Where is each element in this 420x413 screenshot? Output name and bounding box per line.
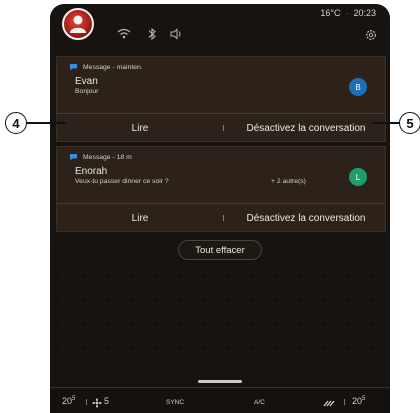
notification-meta: Message - 18 m (69, 153, 132, 161)
callout-marker-left: 4 (5, 112, 27, 134)
volume-icon (170, 28, 181, 40)
read-button[interactable]: Lire (57, 113, 223, 143)
right-temperature-value: 20 (352, 396, 363, 406)
fan-level[interactable]: 5 (104, 396, 109, 406)
settings-icon[interactable] (364, 28, 378, 42)
left-temperature-value: 20 (62, 396, 73, 406)
callout-marker-right: 5 (399, 112, 420, 134)
mute-conversation-button[interactable]: Désactivez la conversation (225, 113, 387, 143)
action-separator (223, 125, 224, 131)
notification-body[interactable]: Message - 18 m Enorah Veux-tu passer din… (57, 147, 385, 203)
notification-body[interactable]: Message - mainten. Evan Bonjour B (57, 57, 385, 113)
wifi-icon (117, 28, 131, 39)
bluetooth-icon (148, 27, 156, 41)
status-separator: · (342, 8, 351, 18)
notification-card: Message - 18 m Enorah Veux-tu passer din… (56, 146, 386, 232)
message-icon (70, 64, 77, 71)
status-bar: 16°C · 20:23 (50, 4, 390, 54)
user-avatar[interactable] (62, 8, 94, 40)
callout-line-left (26, 122, 66, 124)
notification-preview: Bonjour (75, 88, 99, 95)
notification-card: Message - mainten. Evan Bonjour B Lire D… (56, 56, 386, 142)
mute-conversation-button[interactable]: Désactivez la conversation (225, 203, 387, 233)
right-temperature-decimal: 5 (362, 396, 366, 402)
climate-separator (344, 399, 345, 405)
ac-button[interactable]: A/C (254, 399, 265, 406)
contact-badge: L (349, 168, 367, 186)
notification-extra-count: + 2 autre(s) (271, 178, 306, 185)
climate-separator (86, 399, 87, 405)
notification-meta-text: Message - mainten. (83, 63, 143, 71)
left-temperature[interactable]: 205 (62, 396, 75, 406)
infotainment-screen: 16°C · 20:23 Message - mainten. Evan Bon… (50, 4, 390, 413)
temperature-time: 16°C · 20:23 (320, 8, 376, 18)
notification-sender: Enorah (75, 166, 108, 177)
message-icon (70, 154, 77, 161)
action-separator (223, 215, 224, 221)
notification-meta: Message - mainten. (69, 63, 143, 71)
drawer-handle[interactable] (198, 380, 242, 383)
climate-bar: 205 5 SYNC A/C 205 (50, 387, 390, 413)
right-temperature[interactable]: 205 (352, 396, 365, 406)
contact-badge: B (349, 78, 367, 96)
seat-airflow-icon[interactable] (322, 398, 336, 408)
user-profile-icon (70, 15, 86, 33)
outside-temperature: 16°C (320, 8, 341, 18)
notification-sender: Evan (75, 76, 98, 87)
fan-icon (92, 398, 102, 408)
sync-button[interactable]: SYNC (166, 399, 184, 406)
left-temperature-decimal: 5 (72, 396, 76, 402)
clear-all-button[interactable]: Tout effacer (178, 240, 262, 260)
background-pattern (60, 270, 380, 370)
clock-time: 20:23 (353, 8, 376, 18)
notification-meta-text: Message - 18 m (83, 153, 132, 161)
notification-preview: Veux-tu passer dinner ce soir ? (75, 178, 169, 185)
callout-line-right (372, 122, 400, 124)
read-button[interactable]: Lire (57, 203, 223, 233)
